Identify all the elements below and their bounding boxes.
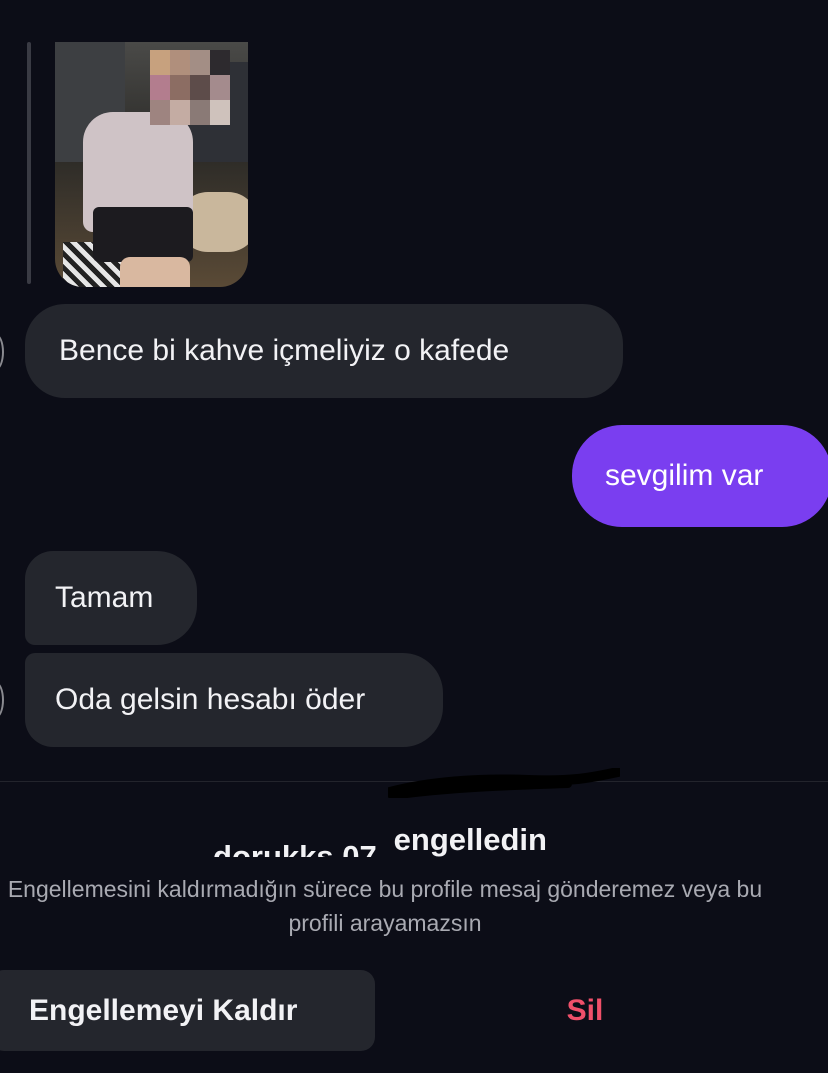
message-text: Tamam <box>55 581 154 614</box>
message-text: sevgilim var <box>605 459 764 492</box>
delete-button[interactable]: Sil <box>490 970 680 1051</box>
photo-person-legs <box>120 257 190 287</box>
redaction-scribble <box>388 768 620 798</box>
blocked-notice-title: dorukks.07 engelledin <box>0 822 760 858</box>
unblock-button[interactable]: Engellemeyi Kaldır <box>0 970 375 1051</box>
message-bubble-incoming[interactable]: Tamam <box>25 551 197 645</box>
message-bubble-incoming[interactable]: Oda gelsin hesabı öder <box>25 653 443 747</box>
blocked-username: dorukks.07 <box>213 826 386 857</box>
sender-avatar[interactable] <box>0 682 4 718</box>
sender-avatar[interactable] <box>0 334 4 370</box>
photo-person-skirt <box>93 207 193 262</box>
shared-photo[interactable] <box>55 42 248 287</box>
blocked-title-suffix: engelledin <box>393 822 547 857</box>
reply-indicator-bar <box>27 42 31 284</box>
blocked-notice-description: Engellemesini kaldırmadığın sürece bu pr… <box>7 876 763 936</box>
message-text: Bence bi kahve içmeliyiz o kafede <box>59 334 510 367</box>
message-text: Oda gelsin hesabı öder <box>55 683 366 716</box>
photo-pixelated-face <box>150 50 230 125</box>
delete-button-label: Sil <box>566 993 604 1027</box>
message-bubble-incoming[interactable]: Bence bi kahve içmeliyiz o kafede <box>25 304 623 398</box>
unblock-button-label: Engellemeyi Kaldır <box>29 993 298 1027</box>
message-bubble-outgoing[interactable]: sevgilim var <box>572 425 828 527</box>
